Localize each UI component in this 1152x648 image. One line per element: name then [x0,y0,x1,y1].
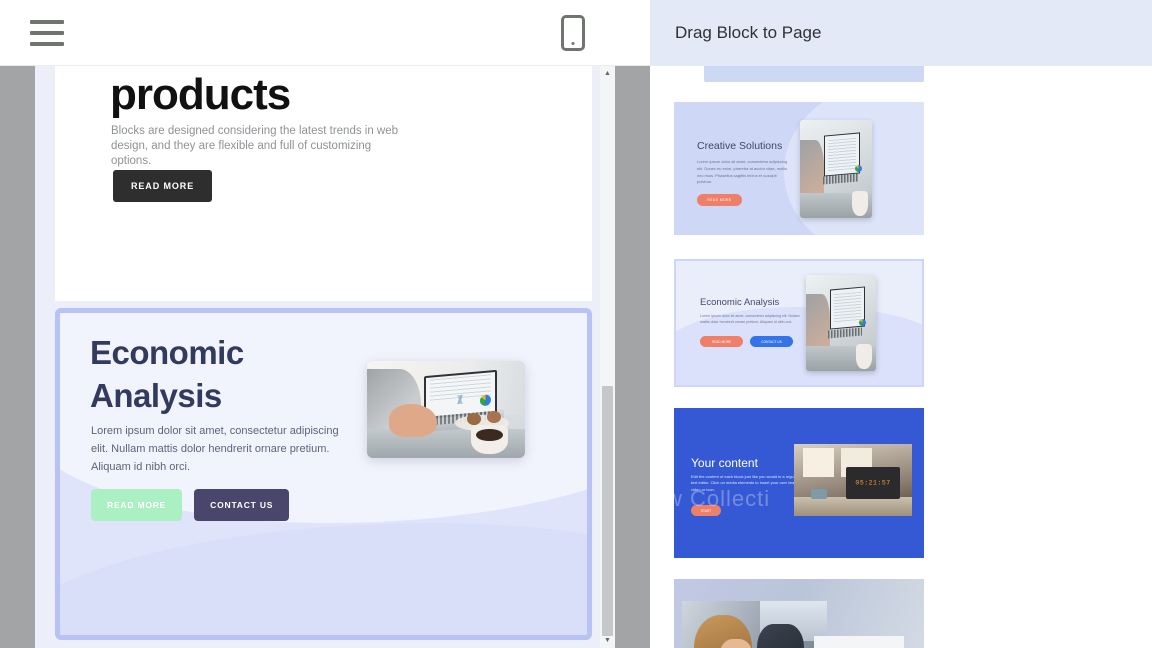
block-thumbnail-list[interactable]: Creative Solutions Lorem ipsum dolor sit… [650,66,930,648]
mini-laptop-clock [845,467,901,499]
block-thumb-economic-analysis: Economic Analysis Lorem ipsum dolor sit … [674,259,924,387]
hamburger-bar [30,30,64,35]
block-thumb-your-content: Your content Edit the content of each bl… [674,408,924,558]
editor-toolbar [0,0,650,66]
thumb-button-group: READ MORE CONTACT US [700,336,793,347]
hamburger-icon[interactable] [30,19,64,46]
block-thumbnail[interactable]: Creative Solutions Lorem ipsum dolor sit… [674,94,924,242]
mini-keyboard [823,173,858,185]
econ-heading-line1: Economic [90,334,244,371]
thumb-heading: Your content [691,456,758,470]
hamburger-bar [30,41,64,46]
mini-person-back [757,624,804,648]
page-canvas[interactable]: products Blocks are designed considering… [35,66,615,648]
mini-pie-icon [859,319,867,327]
section-products[interactable]: products Blocks are designed considering… [55,66,592,301]
econ-contact-us-button[interactable]: CONTACT US [194,489,290,521]
mini-photo-people [682,601,827,648]
mini-photo-desk [794,444,912,516]
econ-laptop-photo[interactable] [367,361,525,458]
block-panel-title: Drag Block to Page [675,23,822,42]
thumb-heading: Present your startup [814,636,904,648]
econ-heading: Economic Analysis [90,331,244,417]
block-thumb-present-your-startup: Present your startup [674,579,924,648]
app-root: products Blocks are designed considering… [0,0,1152,648]
thumb-paragraph: Lorem ipsum dolor sit amet, consectetur … [697,159,788,185]
photo-hand [389,403,437,437]
econ-button-group: READ MORE CONTACT US [91,489,290,521]
mini-rows [828,137,857,172]
editor-pane: products Blocks are designed considering… [0,0,650,648]
block-thumbnail[interactable] [674,66,924,83]
canvas-scrollbar-thumb[interactable] [602,386,613,636]
mini-table [794,497,912,516]
block-panel: Drag Block to Page Creative Solutions Lo… [650,0,1152,648]
thumb-contact-us-button: CONTACT US [750,336,793,347]
block-thumbnail[interactable]: Present your startup [674,573,924,648]
scroll-up-arrow-icon[interactable]: ▲ [600,66,615,81]
econ-wave-shape-2 [60,523,587,635]
section-economic-analysis[interactable]: Economic Analysis Lorem ipsum dolor sit … [55,308,592,640]
page-content: products Blocks are designed considering… [55,66,592,640]
thumb-heading: Economic Analysis [700,297,780,308]
block-panel-header: Drag Block to Page [650,0,1152,66]
thumb-watermark: w Collecti [674,486,771,511]
photo-laptop-desk [367,361,525,458]
photo-cookie [466,413,481,426]
block-thumb-creative-solutions: Creative Solutions Lorem ipsum dolor sit… [674,102,924,235]
block-thumb-partial-top [704,66,924,82]
thumb-image [800,120,872,218]
mini-photo-laptop [800,120,872,218]
mini-cup [851,190,868,217]
mini-pie-icon [854,165,862,173]
econ-read-more-button[interactable]: READ MORE [91,489,183,521]
thumb-heading: Creative Solutions [697,140,783,152]
thumb-image [794,444,912,516]
mini-photo-laptop [806,275,876,371]
photo-coffee-cup [471,425,508,455]
thumb-read-more-button: READ MORE [700,336,743,347]
econ-paragraph: Lorem ipsum dolor sit amet, consectetur … [91,425,339,473]
thumb-paragraph: Lorem ipsum dolor sit amet, consectetur … [700,314,800,325]
thumb-image [806,275,876,371]
mobile-device-icon[interactable] [561,15,589,53]
photo-screen-pie-chart [479,394,491,407]
block-panel-body: Creative Solutions Lorem ipsum dolor sit… [650,66,1152,648]
thumb-read-more-button: READ MORE [697,194,742,206]
mini-rows [834,292,861,326]
canvas-gutter-right [615,66,650,648]
scroll-down-arrow-icon[interactable]: ▼ [600,633,615,648]
canvas-gutter-left [0,66,35,648]
block-thumbnail[interactable]: Economic Analysis Lorem ipsum dolor sit … [674,253,924,391]
thumb-image [682,601,827,648]
block-thumbnail[interactable]: Your content Edit the content of each bl… [674,402,924,562]
products-read-more-button[interactable]: READ MORE [113,170,213,202]
canvas-scrollbar[interactable]: ▲ ▼ [600,66,615,648]
mini-object [810,488,828,499]
econ-heading-line2: Analysis [90,377,222,415]
mini-cup [856,344,872,370]
hamburger-bar [30,19,64,24]
mobile-device-outline [561,15,585,51]
products-paragraph: Blocks are designed considering the late… [111,125,399,168]
products-heading: products [110,70,291,119]
mini-window [803,448,835,478]
